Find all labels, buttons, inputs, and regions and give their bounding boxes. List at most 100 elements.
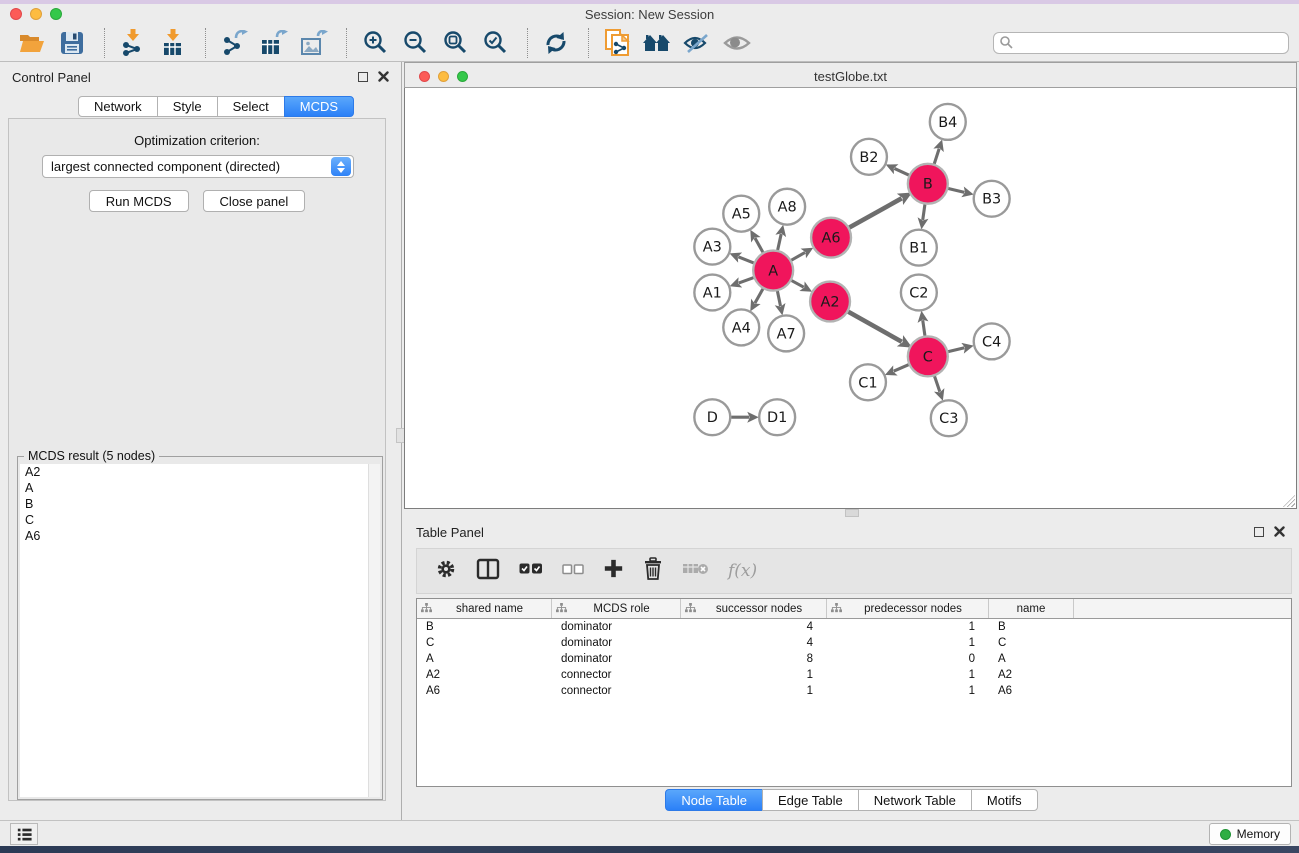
horizontal-splitter-handle[interactable]	[845, 509, 859, 517]
network-canvas[interactable]: B4 B2 B B3 A8 A5 A6 A3 B1 A A1 C2 A2 A4A7 C4 C C1 D D1 C3	[405, 88, 1296, 508]
refresh-view-button[interactable]	[538, 27, 574, 59]
tab-style[interactable]: Style	[157, 96, 218, 117]
import-table-button[interactable]	[155, 27, 191, 59]
graph-node-C1[interactable]: C1	[850, 364, 886, 400]
select-all-button[interactable]	[519, 562, 543, 580]
close-panel-icon[interactable]	[378, 71, 389, 82]
graph-edge-A2-C[interactable]	[848, 312, 901, 342]
table-row[interactable]: A2connector11A2	[417, 667, 1291, 683]
graph-node-C4[interactable]: C4	[974, 323, 1010, 359]
column-header-name[interactable]: name	[989, 599, 1074, 618]
result-list-item[interactable]: A	[20, 480, 380, 496]
export-network-button[interactable]	[216, 27, 252, 59]
graph-edge-A-A1[interactable]	[739, 278, 754, 283]
graph-node-D1[interactable]: D1	[759, 399, 795, 435]
function-builder-button[interactable]: f(x)	[728, 561, 757, 581]
graph-edge-A-A5[interactable]	[755, 238, 763, 252]
column-header-successor-nodes[interactable]: successor nodes	[681, 599, 827, 618]
result-list-item[interactable]: C	[20, 512, 380, 528]
memory-button[interactable]: Memory	[1209, 823, 1291, 845]
graph-edge-C-C4[interactable]	[948, 348, 964, 352]
column-header-shared-name[interactable]: shared name	[417, 599, 552, 618]
column-header-predecessor-nodes[interactable]: predecessor nodes	[827, 599, 989, 618]
tab-network-table[interactable]: Network Table	[858, 789, 972, 811]
graph-edge-B-B1[interactable]	[923, 205, 925, 220]
graph-node-D[interactable]: D	[694, 399, 730, 435]
table-row[interactable]: Cdominator41C	[417, 635, 1291, 651]
graph-edge-A-A4[interactable]	[755, 289, 763, 303]
graph-edge-A6-B[interactable]	[849, 198, 901, 227]
zoom-selected-button[interactable]	[477, 27, 513, 59]
graph-node-A1[interactable]: A1	[694, 275, 730, 311]
save-session-button[interactable]	[54, 27, 90, 59]
graph-node-C[interactable]: C	[908, 336, 948, 376]
show-all-button[interactable]	[719, 27, 755, 59]
add-column-button[interactable]	[603, 558, 624, 584]
run-mcds-button[interactable]: Run MCDS	[89, 190, 189, 212]
graph-edge-A-A7[interactable]	[777, 291, 780, 306]
network-from-file-button[interactable]	[599, 27, 635, 59]
hide-selected-button[interactable]	[679, 27, 715, 59]
graph-node-B1[interactable]: B1	[901, 230, 937, 266]
show-columns-button[interactable]	[476, 558, 500, 585]
float-panel-icon[interactable]	[358, 72, 368, 82]
result-list-item[interactable]: A2	[20, 464, 380, 480]
float-table-panel-icon[interactable]	[1254, 527, 1264, 537]
graph-node-A7[interactable]: A7	[768, 315, 804, 351]
graph-node-A6[interactable]: A6	[811, 218, 851, 258]
network-view[interactable]: B4 B2 B B3 A8 A5 A6 A3 B1 A A1 C2 A2 A4A7 C4 C C1 D D1 C3	[404, 88, 1297, 509]
tab-node-table[interactable]: Node Table	[665, 789, 763, 811]
column-header-MCDS-role[interactable]: MCDS role	[552, 599, 681, 618]
graph-node-A5[interactable]: A5	[723, 196, 759, 232]
tab-select[interactable]: Select	[217, 96, 285, 117]
graph-edge-B-B3[interactable]	[948, 189, 964, 193]
graph-node-C3[interactable]: C3	[931, 400, 967, 436]
close-panel-button[interactable]: Close panel	[203, 190, 306, 212]
home-view-button[interactable]	[639, 27, 675, 59]
mcds-result-list[interactable]: A2ABCA6	[20, 464, 380, 797]
criterion-dropdown[interactable]: largest connected component (directed)	[42, 155, 354, 178]
graph-node-B2[interactable]: B2	[851, 139, 887, 175]
column-settings-button[interactable]	[435, 558, 457, 585]
result-list-item[interactable]: A6	[20, 528, 380, 544]
graph-edge-C-C2[interactable]	[923, 320, 925, 335]
graph-node-A[interactable]: A	[753, 251, 793, 291]
deselect-all-button[interactable]	[562, 562, 584, 580]
graph-node-B4[interactable]: B4	[930, 104, 966, 140]
graph-node-A3[interactable]: A3	[694, 229, 730, 265]
close-table-panel-icon[interactable]	[1274, 526, 1285, 537]
table-row[interactable]: Bdominator41B	[417, 619, 1291, 635]
open-session-button[interactable]	[14, 27, 50, 59]
export-table-button[interactable]	[256, 27, 292, 59]
graph-node-A8[interactable]: A8	[769, 189, 805, 225]
graph-edge-C-C1[interactable]	[894, 365, 909, 372]
search-input[interactable]	[1018, 36, 1282, 50]
zoom-out-button[interactable]	[397, 27, 433, 59]
delete-table-button[interactable]	[682, 561, 709, 581]
graph-edge-C-C3[interactable]	[935, 376, 940, 392]
tab-edge-table[interactable]: Edge Table	[762, 789, 859, 811]
table-row[interactable]: Adominator80A	[417, 651, 1291, 667]
graph-edge-A-A2[interactable]	[792, 281, 804, 288]
graph-edge-A-A3[interactable]	[738, 257, 753, 263]
graph-node-B3[interactable]: B3	[974, 181, 1010, 217]
tab-network[interactable]: Network	[78, 96, 158, 117]
graph-edge-B-B2[interactable]	[894, 168, 908, 175]
graph-node-B[interactable]: B	[908, 164, 948, 204]
tab-mcds[interactable]: MCDS	[284, 96, 354, 117]
export-image-button[interactable]	[296, 27, 332, 59]
table-row[interactable]: A6connector11A6	[417, 683, 1291, 699]
graph-node-A4[interactable]: A4	[723, 309, 759, 345]
graph-edge-B-B4[interactable]	[934, 148, 939, 163]
import-network-button[interactable]	[115, 27, 151, 59]
tab-motifs[interactable]: Motifs	[971, 789, 1038, 811]
panel-selector-button[interactable]	[10, 823, 38, 845]
graph-edge-A-A8[interactable]	[778, 234, 782, 250]
result-scrollbar[interactable]	[368, 464, 380, 797]
graph-node-A2[interactable]: A2	[810, 282, 850, 322]
delete-columns-button[interactable]	[643, 557, 663, 585]
zoom-in-button[interactable]	[357, 27, 393, 59]
result-list-item[interactable]: B	[20, 496, 380, 512]
graph-edge-A-A6[interactable]	[791, 252, 805, 260]
graph-node-C2[interactable]: C2	[901, 275, 937, 311]
